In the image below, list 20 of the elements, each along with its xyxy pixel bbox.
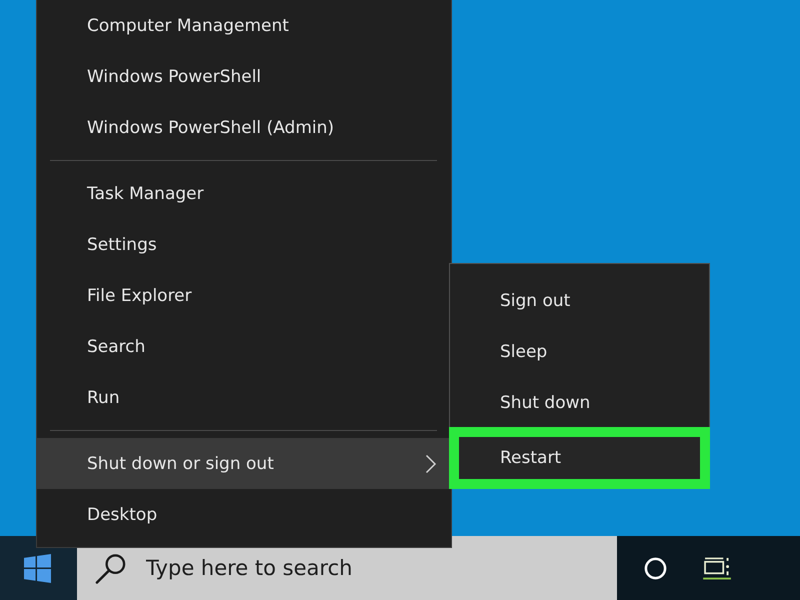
submenu-item[interactable]: Shut down <box>450 377 709 428</box>
search-input[interactable]: Type here to search <box>146 556 446 580</box>
windows-logo-icon <box>24 554 51 582</box>
menu-item[interactable]: Windows PowerShell (Admin) <box>37 102 451 153</box>
menu-item[interactable]: Task Manager <box>37 168 451 219</box>
menu-item[interactable]: Shut down or sign out <box>37 438 451 489</box>
submenu-item[interactable]: Restart <box>449 427 710 489</box>
menu-item[interactable]: Windows PowerShell <box>37 51 451 102</box>
search-icon <box>95 552 128 584</box>
task-view-icon <box>702 556 732 580</box>
menu-item[interactable]: Settings <box>37 219 451 270</box>
menu-item[interactable]: Computer Management <box>37 0 451 51</box>
menu-item[interactable]: File Explorer <box>37 270 451 321</box>
submenu-item[interactable]: Sleep <box>450 326 709 377</box>
circle-icon <box>644 556 666 580</box>
menu-item[interactable]: Desktop <box>37 489 451 540</box>
submenu-item[interactable]: Sign out <box>450 275 709 326</box>
menu-item[interactable]: Run <box>37 372 451 423</box>
menu-item[interactable]: Search <box>37 321 451 372</box>
start-button[interactable] <box>0 536 77 600</box>
